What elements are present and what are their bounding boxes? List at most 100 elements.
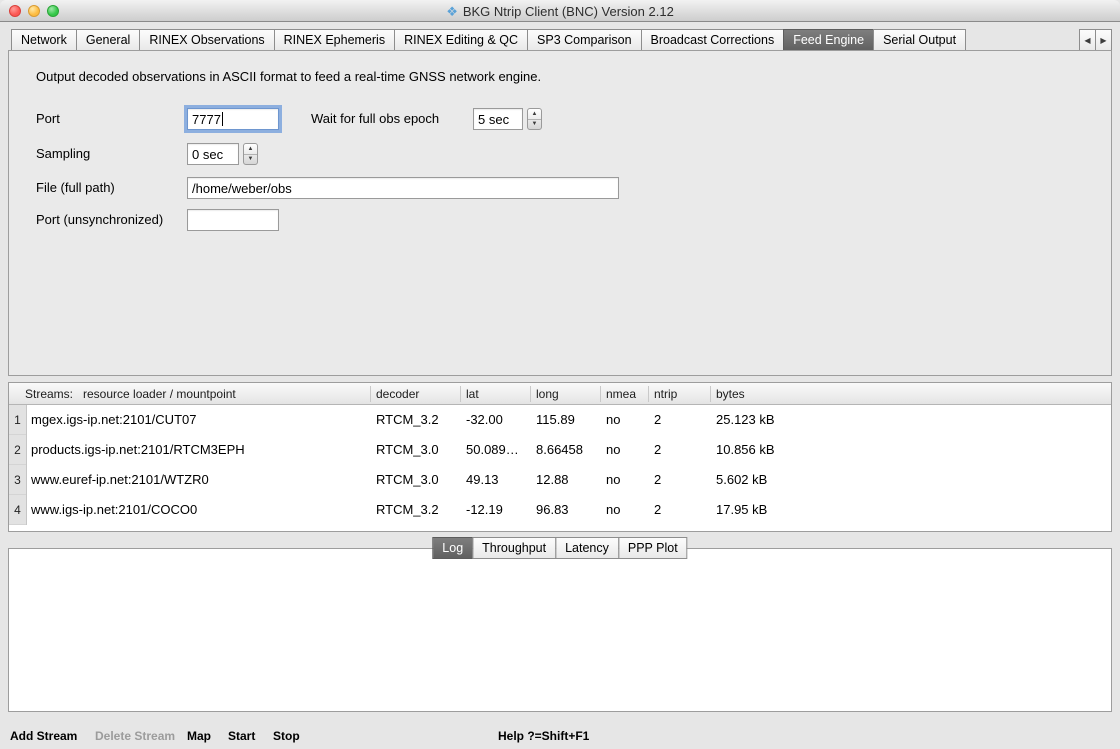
header-decoder: decoder [376, 383, 419, 405]
spin-down-button[interactable]: ▼ [244, 155, 257, 165]
spin-up-button[interactable]: ▲ [528, 109, 541, 120]
spin-up-button[interactable]: ▲ [244, 144, 257, 155]
header-separator [710, 386, 711, 402]
wait-epoch-spinbox[interactable]: 5 sec [473, 108, 523, 130]
cell-mountpoint: www.igs-ip.net:2101/COCO0 [31, 495, 197, 525]
cell-decoder: RTCM_3.2 [376, 405, 439, 435]
cell-mountpoint: products.igs-ip.net:2101/RTCM3EPH [31, 435, 245, 465]
cell-lat: 49.13 [466, 465, 499, 495]
file-path-input[interactable]: /home/weber/obs [187, 177, 619, 199]
header-long: long [536, 383, 559, 405]
tab-serial-output[interactable]: Serial Output [873, 29, 966, 51]
sampling-spinbox[interactable]: 0 sec [187, 143, 239, 165]
tab-general[interactable]: General [76, 29, 140, 51]
cell-nmea: no [606, 405, 620, 435]
cell-nmea: no [606, 465, 620, 495]
stop-button[interactable]: Stop [273, 729, 300, 743]
cell-nmea: no [606, 495, 620, 525]
port-unsync-input[interactable] [187, 209, 279, 231]
port-input-value: 7777 [192, 112, 221, 127]
cell-decoder: RTCM_3.0 [376, 435, 439, 465]
tab-scroll-right-icon[interactable]: ▶ [1095, 29, 1112, 51]
cell-long: 96.83 [536, 495, 569, 525]
app-icon: ❖ [446, 5, 458, 18]
tab-scroll-left-icon[interactable]: ◀ [1079, 29, 1096, 51]
header-separator [648, 386, 649, 402]
wait-epoch-stepper: ▲ ▼ [527, 108, 542, 130]
app-window: ❖ BKG Ntrip Client (BNC) Version 2.12 Ne… [0, 0, 1120, 749]
cell-lat: -32.00 [466, 405, 503, 435]
stream-row[interactable]: www.euref-ip.net:2101/WTZR0 RTCM_3.0 49.… [27, 465, 1111, 495]
tab-rinex-observations[interactable]: RINEX Observations [139, 29, 274, 51]
spin-down-button[interactable]: ▼ [528, 120, 541, 130]
cell-lat: 50.089… [466, 435, 519, 465]
header-ntrip: ntrip [654, 383, 677, 405]
wait-epoch-label: Wait for full obs epoch [311, 108, 439, 130]
cell-decoder: RTCM_3.2 [376, 495, 439, 525]
tab-rinex-ephemeris[interactable]: RINEX Ephemeris [274, 29, 395, 51]
window-title-text: BKG Ntrip Client (BNC) Version 2.12 [463, 4, 674, 19]
log-panel: 15-06-22 09:20:31 ========== Start BNC v… [8, 548, 1112, 712]
tab-broadcast-corrections[interactable]: Broadcast Corrections [641, 29, 785, 51]
tab-network[interactable]: Network [11, 29, 77, 51]
tab-throughput[interactable]: Throughput [472, 537, 556, 559]
cell-nmea: no [606, 435, 620, 465]
row-number: 1 [9, 405, 26, 435]
start-button[interactable]: Start [228, 729, 255, 743]
row-number: 2 [9, 435, 26, 465]
streams-table: Streams: resource loader / mountpoint de… [8, 382, 1112, 532]
sampling-stepper: ▲ ▼ [243, 143, 258, 165]
sampling-value: 0 sec [192, 147, 223, 162]
header-streams: Streams: resource loader / mountpoint [25, 383, 236, 405]
tab-scroll-buttons: ◀ ▶ [1080, 29, 1112, 51]
header-separator [370, 386, 371, 402]
map-button[interactable]: Map [187, 729, 211, 743]
cell-long: 8.66458 [536, 435, 583, 465]
cell-bytes: 25.123 kB [716, 405, 775, 435]
feed-engine-pane: Output decoded observations in ASCII for… [8, 50, 1112, 376]
tab-rinex-editing-qc[interactable]: RINEX Editing & QC [394, 29, 528, 51]
row-number: 3 [9, 465, 26, 495]
cell-mountpoint: www.euref-ip.net:2101/WTZR0 [31, 465, 209, 495]
help-hint: Help ?=Shift+F1 [498, 729, 589, 743]
port-label: Port [36, 108, 60, 130]
cell-mountpoint: mgex.igs-ip.net:2101/CUT07 [31, 405, 196, 435]
delete-stream-button[interactable]: Delete Stream [95, 729, 175, 743]
stream-row[interactable]: products.igs-ip.net:2101/RTCM3EPH RTCM_3… [27, 435, 1111, 465]
stream-row[interactable]: mgex.igs-ip.net:2101/CUT07 RTCM_3.2 -32.… [27, 405, 1111, 435]
row-number: 4 [9, 495, 26, 525]
file-path-label: File (full path) [36, 177, 115, 199]
pane-description: Output decoded observations in ASCII for… [36, 69, 541, 84]
main-tab-bar: Network General RINEX Observations RINEX… [11, 29, 966, 51]
bottom-bar: Add Stream Delete Stream Map Start Stop … [0, 722, 1120, 749]
header-lat: lat [466, 383, 479, 405]
header-bytes: bytes [716, 383, 745, 405]
tab-sp3-comparison[interactable]: SP3 Comparison [527, 29, 642, 51]
cell-bytes: 5.602 kB [716, 465, 767, 495]
window-title: ❖ BKG Ntrip Client (BNC) Version 2.12 [0, 0, 1120, 22]
title-bar[interactable]: ❖ BKG Ntrip Client (BNC) Version 2.12 [0, 0, 1120, 22]
tab-ppp-plot[interactable]: PPP Plot [618, 537, 688, 559]
tab-log[interactable]: Log [432, 537, 473, 559]
streams-table-header: Streams: resource loader / mountpoint de… [9, 383, 1111, 405]
wait-epoch-value: 5 sec [478, 112, 509, 127]
cell-ntrip: 2 [654, 435, 661, 465]
tab-feed-engine[interactable]: Feed Engine [783, 29, 874, 51]
stream-row[interactable]: www.igs-ip.net:2101/COCO0 RTCM_3.2 -12.1… [27, 495, 1111, 525]
port-input[interactable]: 7777 [187, 108, 279, 130]
row-number-gutter: 1 2 3 4 [9, 405, 27, 525]
tab-latency[interactable]: Latency [555, 537, 619, 559]
header-separator [530, 386, 531, 402]
cell-long: 12.88 [536, 465, 569, 495]
cell-bytes: 17.95 kB [716, 495, 767, 525]
log-tab-bar: Log Throughput Latency PPP Plot [432, 537, 687, 559]
sampling-label: Sampling [36, 143, 90, 165]
header-nmea: nmea [606, 383, 636, 405]
add-stream-button[interactable]: Add Stream [10, 729, 77, 743]
cell-ntrip: 2 [654, 465, 661, 495]
cell-ntrip: 2 [654, 405, 661, 435]
text-caret [222, 112, 223, 126]
cell-bytes: 10.856 kB [716, 435, 775, 465]
header-separator [460, 386, 461, 402]
cell-long: 115.89 [536, 405, 575, 435]
